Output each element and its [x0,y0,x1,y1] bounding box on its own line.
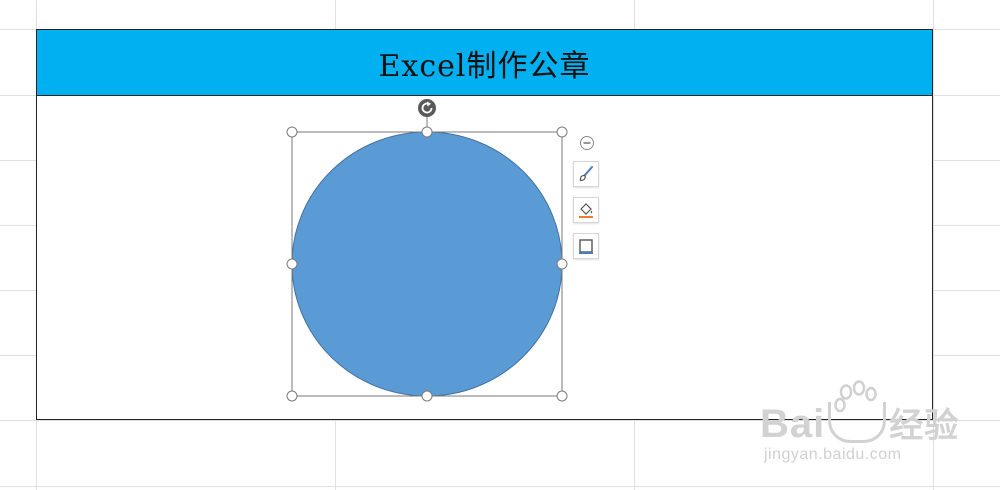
resize-handle-top-left[interactable] [286,126,298,138]
collapse-minus-icon[interactable] [579,135,595,151]
resize-handle-left[interactable] [286,258,298,270]
resize-handle-right[interactable] [556,258,568,270]
outline-square-icon [579,239,593,254]
resize-handle-bottom[interactable] [421,390,433,402]
rotate-icon[interactable] [418,99,436,117]
shape-outline-button[interactable] [573,233,599,259]
paintbrush-icon [579,166,593,182]
fill-bucket-icon [579,203,593,218]
resize-handle-right-bottom[interactable] [556,390,568,402]
resize-handle-bottom-left[interactable] [286,390,298,402]
circle-shape[interactable] [291,131,563,397]
resize-handle-top-right[interactable] [556,126,568,138]
shape-layer [286,99,568,402]
resize-handle-top[interactable] [421,126,433,138]
shape-style-button[interactable] [573,161,599,187]
shape-fill-button[interactable] [573,197,599,223]
